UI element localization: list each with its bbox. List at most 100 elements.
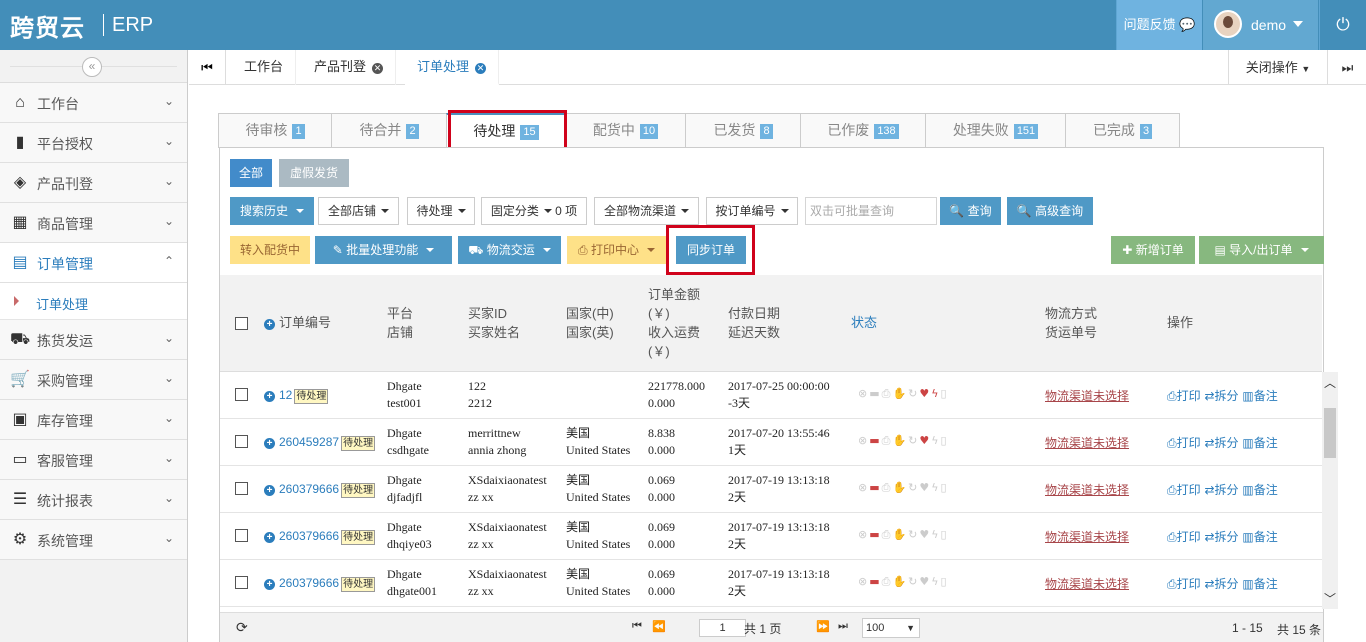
heart-icon[interactable]: ♥ xyxy=(919,387,931,400)
cancel-icon[interactable]: ⊗ xyxy=(858,528,869,541)
tab-workbench[interactable]: 工作台 xyxy=(232,50,297,85)
sidebar-item-products[interactable]: ▦ 商品管理 ⌄ xyxy=(0,203,187,243)
print-icon[interactable]: ⎙ xyxy=(882,528,893,541)
search-history-dropdown[interactable]: 搜索历史 xyxy=(230,197,314,225)
close-icon[interactable]: ✕ xyxy=(372,63,384,74)
page-number-input[interactable]: 1 xyxy=(699,619,746,637)
sidebar-item-picking[interactable]: ⛟ 拣货发运 ⌄ xyxy=(0,320,187,360)
flash-icon[interactable]: ϟ xyxy=(931,575,940,588)
refresh-icon[interactable]: ⟳ xyxy=(236,619,248,636)
search-by-dropdown[interactable]: 按订单编号 xyxy=(706,197,798,225)
plus-circle-icon[interactable]: + xyxy=(264,579,275,590)
refresh-icon[interactable]: ↻ xyxy=(908,481,919,494)
logistics-dropdown[interactable]: ⛟ 物流交运 xyxy=(458,236,561,264)
hand-icon[interactable]: ✋ xyxy=(892,481,908,494)
row-checkbox[interactable] xyxy=(235,576,248,589)
tab-pending-process[interactable]: 待处理 15 xyxy=(446,113,566,148)
import-export-dropdown[interactable]: ▤ 导入/出订单 xyxy=(1199,236,1324,264)
heart-icon[interactable]: ♥ xyxy=(919,528,931,541)
to-allocating-button[interactable]: 转入配货中 xyxy=(230,236,310,264)
shop-dropdown[interactable]: 全部店铺 xyxy=(318,197,399,225)
tab-pending-review[interactable]: 待审核 1 xyxy=(218,113,332,148)
order-id-text[interactable]: 12 xyxy=(279,388,292,402)
close-icon[interactable]: ✕ xyxy=(475,63,487,74)
sidebar-item-purchase[interactable]: 🛒 采购管理 ⌄ xyxy=(0,360,187,400)
order-id-text[interactable]: 260379666 xyxy=(279,529,339,543)
tab-shipped[interactable]: 已发货 8 xyxy=(685,113,801,148)
flash-icon[interactable]: ϟ xyxy=(931,481,940,494)
cancel-icon[interactable]: ⊗ xyxy=(858,481,869,494)
split-action[interactable]: ⇄拆分 xyxy=(1204,577,1238,591)
refresh-icon[interactable]: ↻ xyxy=(908,387,919,400)
logo[interactable]: 跨贸云 xyxy=(10,8,85,43)
tab-voided[interactable]: 已作废 138 xyxy=(800,113,926,148)
note-action[interactable]: ▥备注 xyxy=(1242,389,1277,403)
tab-order-processing[interactable]: 订单处理 ✕ xyxy=(405,50,500,85)
plus-circle-icon[interactable]: + xyxy=(264,391,275,402)
page-size-select[interactable]: 100 ▼ xyxy=(862,618,920,638)
flash-icon[interactable]: ϟ xyxy=(931,528,940,541)
channel-dropdown[interactable]: 全部物流渠道 xyxy=(594,197,699,225)
print-icon[interactable]: ⎙ xyxy=(882,575,893,588)
hand-icon[interactable]: ✋ xyxy=(892,434,908,447)
scroll-down-icon[interactable]: ﹀ xyxy=(1324,590,1336,607)
first-page-icon[interactable]: ⏮ xyxy=(632,620,642,633)
hand-icon[interactable]: ✋ xyxy=(892,528,908,541)
row-checkbox[interactable] xyxy=(235,435,248,448)
status-dropdown[interactable]: 待处理 xyxy=(407,197,475,225)
feedback-button[interactable]: 问题反馈 💬 xyxy=(1116,0,1202,50)
print-action[interactable]: ⎙打印 xyxy=(1167,530,1201,544)
note-action[interactable]: ▥备注 xyxy=(1242,530,1277,544)
tab-pending-merge[interactable]: 待合并 2 xyxy=(331,113,447,148)
message-icon[interactable]: ▬ xyxy=(869,387,881,400)
advanced-query-button[interactable]: 🔍 高级查询 xyxy=(1007,197,1093,225)
flash-icon[interactable]: ϟ xyxy=(931,434,940,447)
prev-page-icon[interactable]: ⏪ xyxy=(652,620,666,633)
print-action[interactable]: ⎙打印 xyxy=(1167,483,1201,497)
double-chevron-left-icon[interactable]: « xyxy=(82,57,102,77)
clipboard-icon[interactable]: ▯ xyxy=(941,575,949,588)
message-icon[interactable]: ▬ xyxy=(869,434,881,447)
print-center-dropdown[interactable]: ⎙ 打印中心 xyxy=(567,236,666,264)
add-order-button[interactable]: ✚ 新增订单 xyxy=(1111,236,1195,264)
print-action[interactable]: ⎙打印 xyxy=(1167,577,1201,591)
refresh-icon[interactable]: ↻ xyxy=(908,575,919,588)
sync-orders-button[interactable]: 同步订单 xyxy=(676,236,746,264)
order-id-text[interactable]: 260379666 xyxy=(279,482,339,496)
skip-forward-icon[interactable]: ⏭ xyxy=(1329,50,1366,85)
order-id[interactable]: +260379666 待处理 xyxy=(264,575,376,592)
fake-shipping-button[interactable]: 虚假发货 xyxy=(279,159,349,187)
cancel-icon[interactable]: ⊗ xyxy=(858,575,869,588)
order-id[interactable]: +260459287 待处理 xyxy=(264,434,376,451)
message-icon[interactable]: ▬ xyxy=(869,528,881,541)
shipping-unselected-link[interactable]: 物流渠道未选择 xyxy=(1045,481,1129,498)
message-icon[interactable]: ▬ xyxy=(869,575,881,588)
split-action[interactable]: ⇄拆分 xyxy=(1204,436,1238,450)
order-id-text[interactable]: 260459287 xyxy=(279,435,339,449)
query-button[interactable]: 🔍 查询 xyxy=(940,197,1001,225)
row-checkbox[interactable] xyxy=(235,482,248,495)
filter-all-button[interactable]: 全部 xyxy=(230,159,272,187)
flash-icon[interactable]: ϟ xyxy=(931,387,940,400)
print-icon[interactable]: ⎙ xyxy=(882,434,893,447)
order-id[interactable]: +260379666 待处理 xyxy=(264,481,376,498)
plus-circle-icon[interactable]: + xyxy=(264,485,275,496)
tab-listing[interactable]: 产品刊登 ✕ xyxy=(302,50,397,85)
sidebar-item-system[interactable]: ⚙ 系统管理 ⌄ xyxy=(0,520,187,560)
sidebar-item-reports[interactable]: ☰ 统计报表 ⌄ xyxy=(0,480,187,520)
search-input[interactable]: 双击可批量查询 xyxy=(805,197,937,225)
order-id[interactable]: +260379666 待处理 xyxy=(264,528,376,545)
clipboard-icon[interactable]: ▯ xyxy=(941,528,949,541)
message-icon[interactable]: ▬ xyxy=(869,481,881,494)
tab-completed[interactable]: 已完成 3 xyxy=(1065,113,1180,148)
close-ops-dropdown[interactable]: 关闭操作 ▼ xyxy=(1228,50,1328,85)
shipping-unselected-link[interactable]: 物流渠道未选择 xyxy=(1045,575,1129,592)
note-action[interactable]: ▥备注 xyxy=(1242,483,1277,497)
tab-failed[interactable]: 处理失败 151 xyxy=(925,113,1066,148)
hand-icon[interactable]: ✋ xyxy=(892,387,908,400)
sidebar-item-platform-auth[interactable]: ▮ 平台授权 ⌄ xyxy=(0,123,187,163)
print-action[interactable]: ⎙打印 xyxy=(1167,436,1201,450)
row-checkbox[interactable] xyxy=(235,388,248,401)
sidebar-subitem-order-processing[interactable]: 订单处理 xyxy=(0,283,187,320)
order-id[interactable]: +12 待处理 xyxy=(264,387,329,404)
